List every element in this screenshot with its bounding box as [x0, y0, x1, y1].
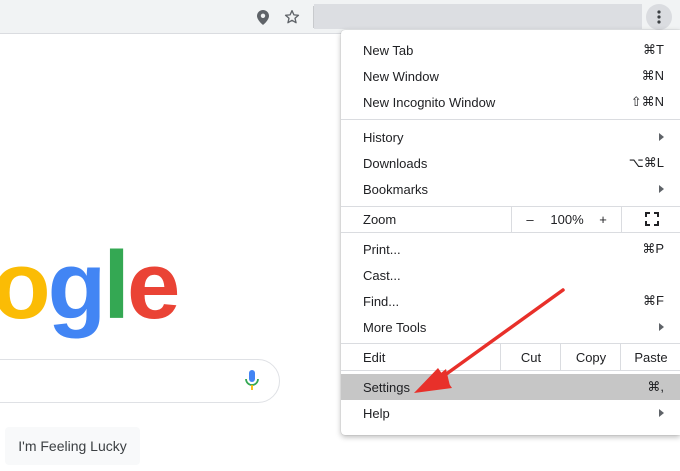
google-logo: ogle — [0, 232, 180, 339]
menu-item-more-tools[interactable]: More Tools — [341, 314, 680, 340]
submenu-arrow-icon — [659, 409, 664, 417]
menu-item-label: New Incognito Window — [363, 94, 496, 110]
feeling-lucky-button[interactable]: I'm Feeling Lucky — [5, 427, 140, 465]
menu-shortcut: ⌘T — [643, 42, 664, 57]
menu-item-label: New Window — [363, 68, 439, 84]
zoom-label: Zoom — [363, 212, 397, 227]
menu-shortcut: ⌘P — [642, 241, 664, 256]
copy-label: Copy — [575, 349, 607, 365]
menu-zoom-row: Zoom – 100% + — [341, 206, 680, 232]
zoom-level: 100% — [547, 206, 587, 232]
star-icon[interactable] — [284, 9, 300, 25]
menu-item-help[interactable]: Help — [341, 400, 680, 426]
submenu-arrow-icon — [659, 133, 664, 141]
menu-item-label: Cast... — [363, 267, 401, 283]
menu-shortcut: ⌘N — [641, 68, 664, 83]
menu-separator — [341, 232, 680, 233]
minus-icon: – — [526, 211, 534, 227]
zoom-level-value: 100% — [550, 211, 584, 227]
more-vert-icon[interactable] — [646, 4, 672, 30]
extensions-area — [314, 4, 642, 29]
menu-item-downloads[interactable]: Downloads ⌥⌘L — [341, 150, 680, 176]
paste-button[interactable]: Paste — [620, 344, 680, 370]
search-input[interactable] — [0, 359, 280, 403]
menu-item-history[interactable]: History — [341, 124, 680, 150]
fullscreen-button[interactable] — [621, 206, 680, 232]
menu-separator — [341, 370, 680, 371]
submenu-arrow-icon — [659, 185, 664, 193]
logo-letter-l: l — [103, 232, 130, 339]
menu-item-print[interactable]: Print... ⌘P — [341, 236, 680, 262]
menu-shortcut: ⌘F — [643, 293, 664, 308]
browser-toolbar — [0, 0, 680, 34]
zoom-out-button[interactable]: – — [511, 206, 548, 232]
location-icon[interactable] — [255, 9, 271, 25]
logo-letter-g: g — [47, 232, 107, 339]
menu-item-label: History — [363, 129, 404, 145]
fullscreen-icon — [644, 212, 659, 226]
edit-label: Edit — [363, 350, 386, 365]
menu-separator — [341, 119, 680, 120]
menu-item-label: Settings — [363, 379, 410, 395]
logo-letter-o: o — [0, 232, 51, 339]
chrome-main-menu: New Tab ⌘T New Window ⌘N New Incognito W… — [341, 30, 680, 435]
menu-shortcut: ⌘, — [647, 379, 664, 394]
cut-button[interactable]: Cut — [500, 344, 561, 370]
plus-icon: + — [599, 211, 607, 227]
menu-item-bookmarks[interactable]: Bookmarks — [341, 176, 680, 202]
menu-item-label: More Tools — [363, 319, 427, 335]
paste-label: Paste — [634, 349, 668, 365]
menu-item-find[interactable]: Find... ⌘F — [341, 288, 680, 314]
address-bar[interactable] — [0, 4, 308, 29]
menu-item-settings[interactable]: Settings ⌘, — [341, 374, 680, 400]
menu-shortcut: ⇧⌘N — [630, 94, 664, 109]
menu-item-label: New Tab — [363, 42, 414, 58]
menu-item-label: Print... — [363, 241, 401, 257]
submenu-arrow-icon — [659, 323, 664, 331]
copy-button[interactable]: Copy — [560, 344, 621, 370]
menu-item-new-incognito-window[interactable]: New Incognito Window ⇧⌘N — [341, 89, 680, 115]
menu-item-label: Find... — [363, 293, 400, 309]
menu-item-cast[interactable]: Cast... — [341, 262, 680, 288]
menu-item-label: Bookmarks — [363, 181, 429, 197]
microphone-icon[interactable] — [244, 369, 260, 391]
cut-label: Cut — [520, 349, 542, 365]
menu-item-label: Downloads — [363, 155, 428, 171]
menu-edit-row: Edit Cut Copy Paste — [341, 344, 680, 370]
menu-item-label: Help — [363, 405, 390, 421]
menu-item-new-tab[interactable]: New Tab ⌘T — [341, 37, 680, 63]
menu-item-new-window[interactable]: New Window ⌘N — [341, 63, 680, 89]
menu-shortcut: ⌥⌘L — [628, 155, 664, 170]
logo-letter-e: e — [126, 232, 180, 339]
zoom-in-button[interactable]: + — [587, 206, 619, 232]
